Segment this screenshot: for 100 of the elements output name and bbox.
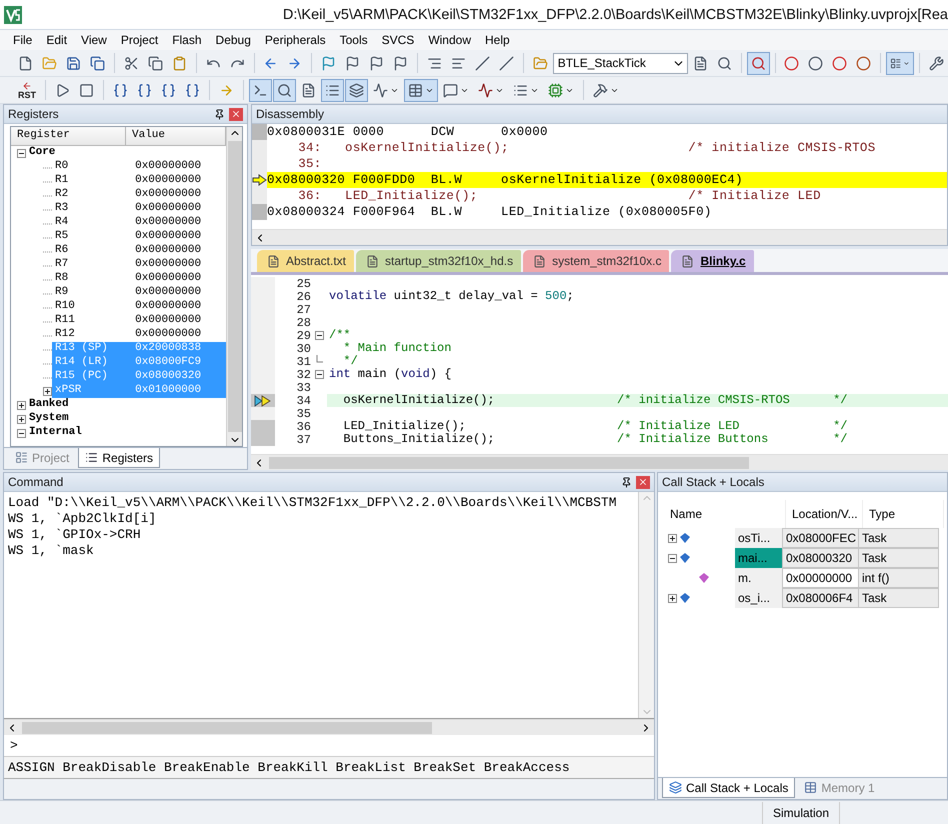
expand-icon[interactable] — [668, 594, 677, 602]
file-tab[interactable]: Abstract.txt — [257, 250, 354, 272]
register-name[interactable]: R1 — [52, 174, 132, 188]
target-select[interactable]: BTLE_StackTick — [552, 52, 688, 74]
panel-tab[interactable]: Call Stack + Locals — [662, 778, 796, 798]
register-name[interactable]: R8 — [52, 272, 132, 286]
collapse-icon[interactable] — [668, 554, 677, 562]
expand-icon[interactable] — [17, 400, 26, 410]
chip-icon — [548, 82, 563, 98]
stop-icon — [79, 82, 94, 98]
terminal-icon — [253, 82, 268, 98]
column-header[interactable]: Register — [11, 127, 126, 146]
code-line: */ — [342, 355, 359, 368]
folder-icon — [42, 56, 57, 70]
layers-icon — [669, 781, 682, 794]
panel-tab[interactable]: Registers — [78, 448, 160, 468]
menu-item[interactable]: File — [6, 33, 40, 47]
start-debug-button[interactable] — [746, 52, 770, 74]
pin-icon[interactable] — [621, 476, 632, 488]
task-icon — [679, 592, 691, 604]
window-layout-button[interactable] — [886, 52, 914, 74]
status-text: Simulation — [762, 802, 840, 824]
register-value: 0x00000000 — [134, 174, 202, 188]
register-value: 0x00000000 — [134, 328, 202, 342]
file-tab[interactable]: system_stm32f10x.c — [523, 250, 670, 272]
file-tab[interactable]: Blinky.c — [671, 250, 754, 272]
disassembly-window-button[interactable] — [273, 78, 296, 102]
expand-icon[interactable] — [17, 414, 26, 424]
waveform-icon — [478, 82, 493, 98]
column-header[interactable]: Value — [126, 127, 226, 146]
register-name[interactable]: R4 — [52, 216, 132, 230]
menu-item[interactable]: Edit — [39, 33, 74, 47]
line-number: 31 — [296, 354, 311, 368]
register-name[interactable]: R9 — [52, 286, 132, 300]
memory-window-button[interactable] — [404, 78, 438, 102]
call-stack-name[interactable]: osTi... — [735, 528, 783, 548]
register-name[interactable]: R10 — [52, 300, 132, 314]
register-value: 0x20000838 — [131, 342, 226, 356]
close-icon — [231, 109, 241, 119]
menu-item[interactable]: Flash — [165, 33, 209, 47]
collapse-icon[interactable] — [17, 148, 26, 158]
menu-item[interactable]: Peripherals — [258, 33, 333, 47]
file-icon — [533, 254, 546, 268]
collapse-icon[interactable] — [17, 428, 26, 438]
panel-title: Command — [8, 475, 64, 489]
menu-item[interactable]: Window — [421, 33, 478, 47]
source-line: 34: osKernelInitialize(); /* initialize CMSIS-RTOS — [297, 141, 876, 155]
register-value: 0x00000000 — [134, 160, 202, 174]
function-icon — [698, 572, 710, 584]
register-name[interactable]: R2 — [52, 188, 132, 202]
register-name[interactable]: R7 — [52, 258, 132, 272]
call-stack-name[interactable]: mai... — [735, 548, 783, 568]
file-icon — [18, 56, 33, 70]
expand-icon[interactable] — [668, 534, 677, 542]
menu-item[interactable]: View — [74, 33, 114, 47]
menu-item[interactable]: SVCS — [374, 33, 422, 47]
command-window-button[interactable] — [249, 78, 272, 102]
close-button[interactable] — [636, 476, 650, 488]
scrollbar-thumb[interactable] — [228, 141, 242, 432]
assembly-line: 0x08000320 F000FDD0 BL.W osKernelInitialize (0x08000EC4) — [267, 173, 743, 187]
message-icon — [443, 82, 458, 98]
menu-item[interactable]: Project — [114, 33, 166, 47]
call-stack-name[interactable]: m. — [735, 568, 783, 588]
call-stack-window-button[interactable] — [345, 78, 368, 102]
chart-icon — [373, 82, 388, 98]
registers-window-button[interactable] — [321, 78, 344, 102]
close-button[interactable] — [229, 108, 243, 120]
scrollbar-thumb[interactable] — [269, 456, 749, 468]
pin-icon[interactable] — [214, 108, 225, 120]
reset-button[interactable]: RST — [14, 78, 40, 102]
source-line: 36: LED_Initialize(); /* Initialize LED — [297, 189, 821, 203]
line-number: 29 — [296, 328, 311, 342]
register-name[interactable]: System — [26, 412, 132, 426]
collapse-icon[interactable] — [314, 370, 324, 379]
menu-item[interactable]: Debug — [208, 33, 258, 47]
file-tab[interactable]: startup_stm32f10x_hd.s — [356, 250, 522, 272]
call-stack-name[interactable]: os_i... — [735, 588, 783, 608]
braces-icon — [113, 82, 128, 98]
copy-icon — [148, 56, 163, 70]
collapse-icon[interactable] — [314, 331, 324, 340]
grid-icon — [804, 781, 818, 794]
register-name[interactable]: R0 — [52, 160, 132, 174]
circle-icon — [808, 56, 824, 70]
expand-icon[interactable] — [43, 386, 52, 396]
register-name[interactable]: R11 — [52, 314, 132, 328]
menu-item[interactable]: Tools — [332, 33, 375, 47]
menu-item[interactable]: Help — [478, 33, 517, 47]
tools-icon — [593, 82, 608, 98]
register-name[interactable]: R3 — [52, 202, 132, 216]
register-name[interactable]: R5 — [52, 230, 132, 244]
location-cell: 0x08000320 — [782, 548, 859, 568]
code-line: /** — [328, 329, 352, 342]
line-number: 26 — [296, 290, 311, 304]
register-name[interactable]: R6 — [52, 244, 132, 258]
scrollbar-thumb[interactable] — [22, 722, 432, 734]
register-name[interactable]: Banked — [26, 398, 132, 412]
file-icon — [366, 254, 380, 268]
register-name[interactable]: Internal — [26, 426, 132, 440]
register-name[interactable]: R12 — [52, 328, 132, 342]
register-name[interactable]: Core — [26, 146, 132, 160]
